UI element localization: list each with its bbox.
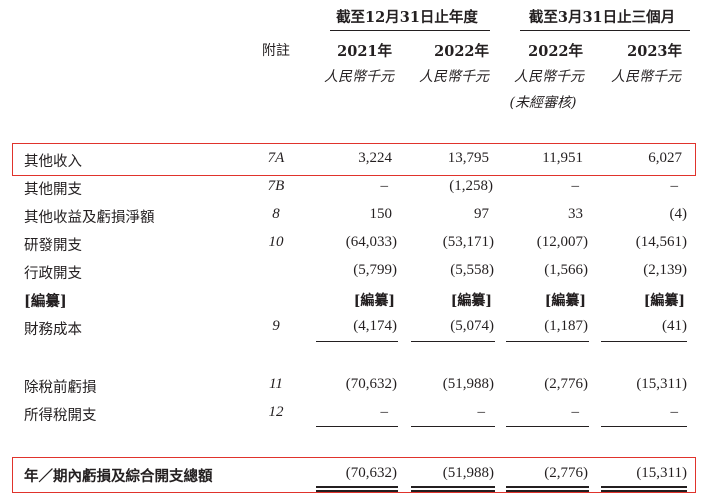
cell-value: – bbox=[571, 178, 580, 194]
cell-value: 33 bbox=[568, 206, 583, 222]
cell-value: (4) bbox=[669, 206, 688, 222]
cell-value: (53,171) bbox=[442, 234, 494, 250]
subtotal-rule bbox=[506, 341, 589, 342]
cell-value: 6,027 bbox=[648, 150, 682, 166]
row-note: 12 bbox=[268, 404, 284, 420]
row-note: 11 bbox=[269, 376, 283, 392]
total-row-label: 年／期內虧損及綜合開支總額 bbox=[24, 468, 213, 485]
group-header-annual: 截至12月31日止年度 bbox=[336, 9, 478, 26]
total-cell-value: (70,632) bbox=[345, 465, 397, 481]
year-header-3: 2022年 bbox=[528, 43, 583, 60]
subtotal-rule bbox=[411, 341, 495, 342]
note-column-header: 附註 bbox=[262, 43, 290, 59]
cell-value: (5,799) bbox=[353, 262, 397, 278]
row-note: 7A bbox=[267, 150, 285, 166]
row-note: 8 bbox=[272, 206, 280, 222]
row-label-other-income: 其他收入 bbox=[24, 154, 82, 170]
cell-value: (1,187) bbox=[544, 318, 588, 334]
cell-value: [編纂] bbox=[643, 293, 685, 309]
cell-value: (1,258) bbox=[449, 178, 493, 194]
cell-value: 11,951 bbox=[542, 150, 583, 166]
cell-value: (15,311) bbox=[636, 376, 687, 392]
cell-value: 150 bbox=[369, 206, 393, 222]
cell-value: 13,795 bbox=[447, 150, 489, 166]
unit-label-4: 人民幣千元 bbox=[611, 69, 681, 85]
year-header-2: 2022年 bbox=[434, 43, 489, 60]
unit-label-3: 人民幣千元 bbox=[514, 69, 584, 85]
row-label-admin-expenses: 行政開支 bbox=[24, 266, 82, 282]
pretotal-rule bbox=[411, 426, 495, 427]
group-underline-quarter bbox=[520, 30, 690, 31]
total-double-rule bbox=[601, 490, 687, 492]
row-note: 9 bbox=[272, 318, 280, 334]
cell-value: 3,224 bbox=[358, 150, 392, 166]
pretotal-rule bbox=[506, 426, 589, 427]
cell-value: (12,007) bbox=[536, 234, 588, 250]
cell-value: (14,561) bbox=[635, 234, 687, 250]
unaudited-label: (未經審核) bbox=[509, 95, 577, 111]
cell-value: – bbox=[380, 404, 389, 420]
cell-value: 97 bbox=[474, 206, 489, 222]
row-label-rnd-expenses: 研發開支 bbox=[24, 238, 82, 254]
cell-value: [編纂] bbox=[450, 293, 492, 309]
row-note: 10 bbox=[268, 234, 284, 250]
year-header-1: 2021年 bbox=[337, 43, 392, 60]
cell-value: – bbox=[670, 178, 679, 194]
cell-value: [編纂] bbox=[544, 293, 586, 309]
total-double-rule bbox=[601, 486, 687, 488]
subtotal-rule bbox=[316, 341, 398, 342]
total-cell-value: (51,988) bbox=[442, 465, 494, 481]
row-label-other-gains-losses: 其他收益及虧損淨額 bbox=[24, 210, 155, 226]
total-double-rule bbox=[506, 486, 589, 488]
cell-value: (41) bbox=[662, 318, 687, 334]
cell-value: (4,174) bbox=[353, 318, 397, 334]
cell-value: – bbox=[670, 404, 679, 420]
group-header-quarter: 截至3月31日止三個月 bbox=[528, 9, 676, 26]
total-double-rule bbox=[411, 486, 495, 488]
row-label-finance-costs: 財務成本 bbox=[24, 322, 82, 338]
group-underline-annual bbox=[330, 30, 490, 31]
subtotal-rule bbox=[601, 341, 687, 342]
cell-value: (5,074) bbox=[450, 318, 494, 334]
cell-value: (2,776) bbox=[544, 376, 588, 392]
cell-value: (64,033) bbox=[345, 234, 397, 250]
cell-value: [編纂] bbox=[353, 293, 395, 309]
row-label-income-tax: 所得稅開支 bbox=[24, 408, 97, 424]
total-cell-value: (2,776) bbox=[544, 465, 588, 481]
cell-value: – bbox=[380, 178, 389, 194]
unit-label-1: 人民幣千元 bbox=[324, 69, 394, 85]
total-cell-value: (15,311) bbox=[636, 465, 687, 481]
pretotal-rule bbox=[316, 426, 398, 427]
pretotal-rule bbox=[601, 426, 687, 427]
cell-value: (1,566) bbox=[544, 262, 588, 278]
cell-value: (5,558) bbox=[450, 262, 494, 278]
cell-value: (70,632) bbox=[345, 376, 397, 392]
row-label-other-expenses: 其他開支 bbox=[24, 182, 82, 198]
total-double-rule bbox=[411, 490, 495, 492]
row-label-redacted: [編纂] bbox=[24, 293, 67, 310]
cell-value: (2,139) bbox=[643, 262, 687, 278]
cell-value: – bbox=[571, 404, 580, 420]
row-note: 7B bbox=[267, 178, 285, 194]
row-label-loss-before-tax: 除稅前虧損 bbox=[24, 380, 97, 396]
total-double-rule bbox=[316, 486, 398, 488]
total-double-rule bbox=[506, 490, 589, 492]
cell-value: (51,988) bbox=[442, 376, 494, 392]
total-double-rule bbox=[316, 490, 398, 492]
unit-label-2: 人民幣千元 bbox=[419, 69, 489, 85]
year-header-4: 2023年 bbox=[627, 43, 682, 60]
cell-value: – bbox=[477, 404, 486, 420]
